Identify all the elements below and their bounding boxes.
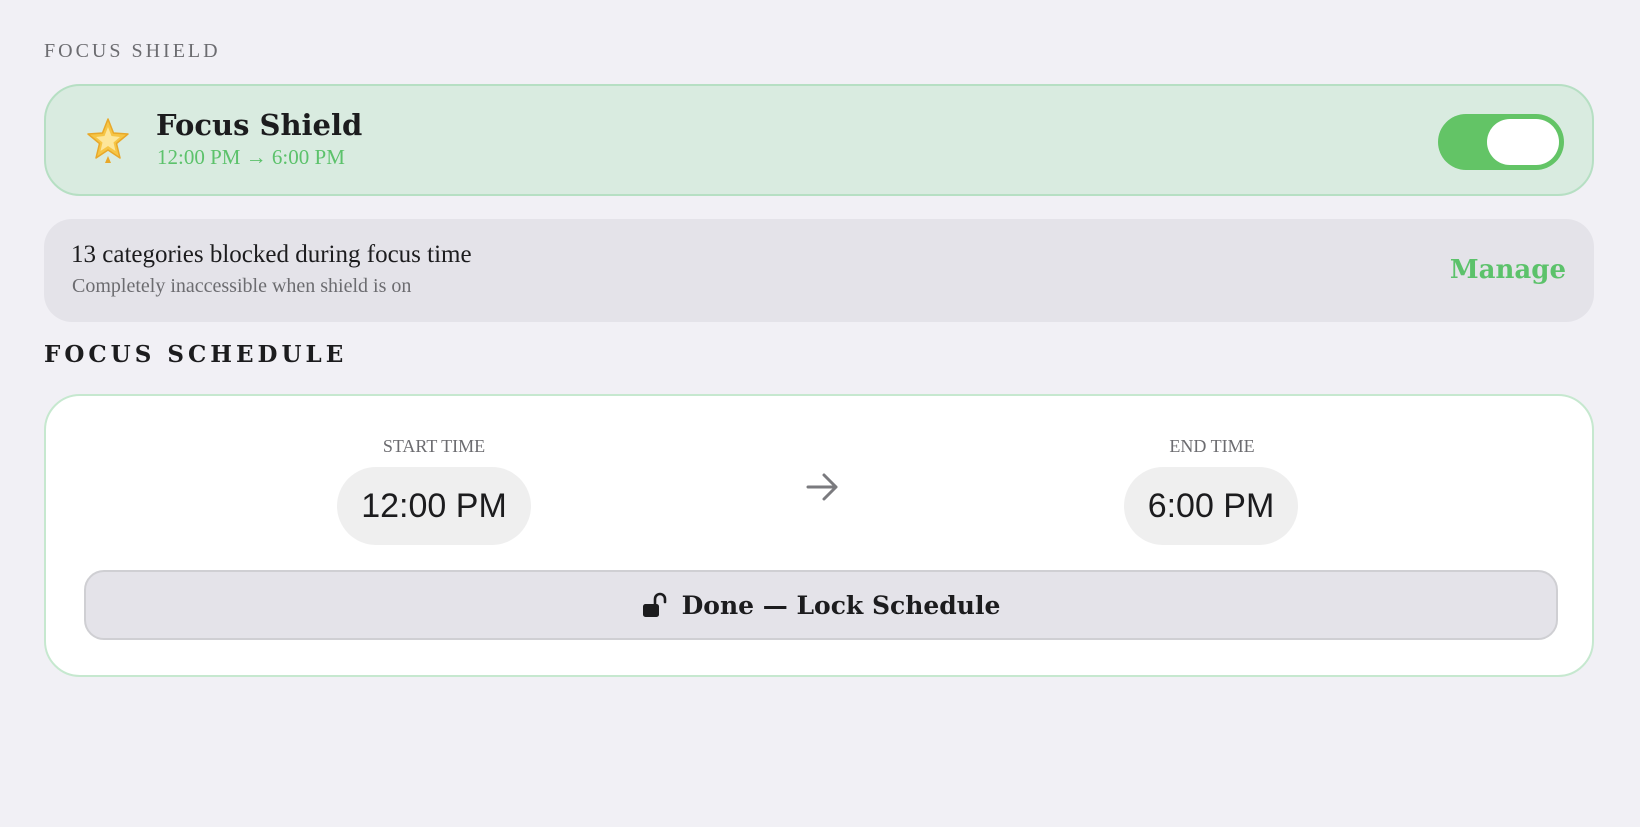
focus-shield-card: Focus Shield 12:00 PM → 6:00 PM: [44, 84, 1594, 196]
end-time-picker[interactable]: 6:00 PM: [1124, 467, 1298, 545]
blocked-categories-subtitle: Completely inaccessible when shield is o…: [72, 275, 412, 297]
blocked-categories-card: 13 categories blocked during focus time …: [44, 219, 1594, 322]
section-label-focus-shield: FOCUS SHIELD: [44, 40, 221, 62]
manage-button[interactable]: Manage: [1450, 255, 1566, 285]
blocked-categories-title: 13 categories blocked during focus time: [71, 241, 472, 268]
arrow-right-icon: [806, 473, 838, 501]
focus-shield-toggle[interactable]: [1438, 114, 1564, 170]
section-label-focus-schedule: FOCUS SCHEDULE: [44, 341, 348, 368]
lock-schedule-label: Done — Lock Schedule: [681, 590, 1001, 620]
toggle-knob: [1487, 119, 1559, 165]
focus-schedule-card: START TIME 12:00 PM END TIME 6:00 PM Don…: [44, 394, 1594, 677]
lock-schedule-button[interactable]: Done — Lock Schedule: [84, 570, 1558, 640]
start-time-label: START TIME: [382, 436, 486, 456]
glowing-star-icon: [87, 118, 129, 163]
unlocked-lock-icon: [642, 592, 666, 617]
end-time-label: END TIME: [1169, 436, 1255, 456]
focus-shield-time-range: 12:00 PM → 6:00 PM: [157, 145, 345, 169]
focus-shield-title: Focus Shield: [156, 108, 363, 142]
start-time-picker[interactable]: 12:00 PM: [337, 467, 531, 545]
